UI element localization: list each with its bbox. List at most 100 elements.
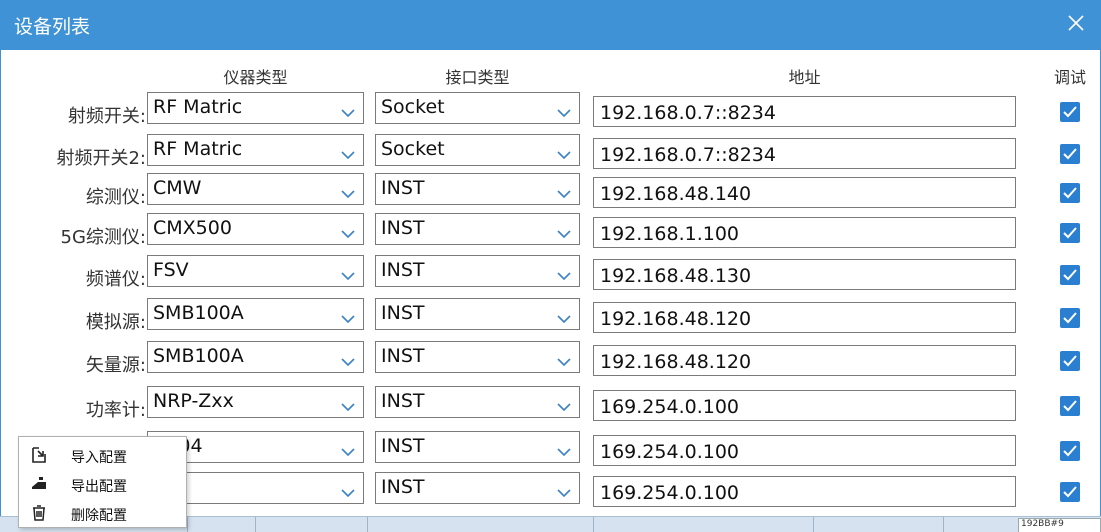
- chevron-down-icon[interactable]: [557, 397, 571, 412]
- address-value: 169.254.0.100: [600, 396, 740, 418]
- instrument-type-select[interactable]: SMB100A: [147, 341, 364, 373]
- debug-checkbox[interactable]: [1060, 308, 1080, 328]
- device-row: 频谱仪: FSV INST 192.168.48.130: [0, 255, 1101, 295]
- address-value: 192.168.48.120: [600, 308, 752, 330]
- address-input[interactable]: 192.168.48.140: [593, 177, 1016, 208]
- chevron-down-icon[interactable]: [341, 352, 355, 367]
- chevron-down-icon[interactable]: [557, 266, 571, 281]
- address-input[interactable]: 192.168.1.100: [593, 217, 1016, 248]
- address-input[interactable]: 169.254.0.100: [593, 435, 1016, 466]
- chevron-down-icon[interactable]: [557, 442, 571, 457]
- address-value: 192.168.0.7::8234: [600, 102, 776, 124]
- instrument-type-select[interactable]: CMX500: [147, 213, 364, 245]
- export-icon: [29, 474, 49, 494]
- debug-checkbox[interactable]: [1060, 441, 1080, 461]
- column-header-debug: 调试: [1053, 68, 1086, 87]
- interface-type-select[interactable]: Socket: [375, 92, 580, 124]
- status-bar-tail: 192BB#9: [1018, 518, 1101, 532]
- menu-item-label: 导入配置: [71, 450, 127, 466]
- device-row: 模拟源: SMB100A INST 192.168.48.120: [0, 298, 1101, 338]
- interface-type-value: INST: [381, 435, 425, 457]
- address-input[interactable]: 169.254.0.100: [593, 390, 1016, 421]
- debug-checkbox[interactable]: [1060, 396, 1080, 416]
- instrument-type-select[interactable]: NRP-Zxx: [147, 386, 364, 418]
- chevron-down-icon[interactable]: [341, 145, 355, 160]
- chevron-down-icon[interactable]: [341, 184, 355, 199]
- chevron-down-icon[interactable]: [341, 397, 355, 412]
- chevron-down-icon[interactable]: [557, 184, 571, 199]
- address-input[interactable]: 192.168.48.120: [593, 302, 1016, 333]
- title-bar: 设备列表: [0, 0, 1101, 50]
- device-row: 射频开关2: RF Matric Socket 192.168.0.7::8234: [0, 134, 1101, 174]
- debug-checkbox[interactable]: [1060, 482, 1080, 502]
- debug-checkbox[interactable]: [1060, 144, 1080, 164]
- device-label: 模拟源:: [85, 312, 146, 333]
- device-row: 5G综测仪: CMX500 INST 192.168.1.100: [0, 213, 1101, 253]
- instrument-type-select[interactable]: CMW: [147, 173, 364, 205]
- interface-type-value: INST: [381, 217, 425, 239]
- chevron-down-icon[interactable]: [557, 352, 571, 367]
- address-input[interactable]: 192.168.48.130: [593, 259, 1016, 290]
- interface-type-select[interactable]: INST: [375, 213, 580, 245]
- address-input[interactable]: 192.168.48.120: [593, 345, 1016, 376]
- chevron-down-icon[interactable]: [557, 309, 571, 324]
- device-row: 射频开关: RF Matric Socket 192.168.0.7::8234: [0, 92, 1101, 132]
- instrument-type-select[interactable]: SMB100A: [147, 298, 364, 330]
- device-label: 综测仪:: [85, 187, 146, 208]
- device-row: 矢量源: SMB100A INST 192.168.48.120: [0, 341, 1101, 381]
- interface-type-select[interactable]: Socket: [375, 134, 580, 166]
- chevron-down-icon[interactable]: [557, 224, 571, 239]
- address-value: 192.168.0.7::8234: [600, 144, 776, 166]
- status-bar-cell: [367, 517, 593, 532]
- chevron-down-icon[interactable]: [341, 442, 355, 457]
- address-input[interactable]: 192.168.0.7::8234: [593, 96, 1016, 127]
- interface-type-select[interactable]: INST: [375, 298, 580, 330]
- interface-type-select[interactable]: INST: [375, 173, 580, 205]
- menu-item-delete-config[interactable]: 删除配置: [19, 499, 186, 527]
- chevron-down-icon[interactable]: [341, 266, 355, 281]
- chevron-down-icon[interactable]: [341, 309, 355, 324]
- interface-type-select[interactable]: INST: [375, 386, 580, 418]
- interface-type-value: INST: [381, 476, 425, 498]
- trash-icon: [29, 503, 49, 523]
- instrument-type-value: CMW: [153, 177, 202, 199]
- interface-type-select[interactable]: INST: [375, 472, 580, 504]
- chevron-down-icon[interactable]: [557, 483, 571, 498]
- debug-checkbox[interactable]: [1060, 102, 1080, 122]
- address-input[interactable]: 192.168.0.7::8234: [593, 138, 1016, 169]
- instrument-type-value: CMX500: [153, 217, 232, 239]
- import-icon: [29, 445, 49, 465]
- interface-type-value: INST: [381, 390, 425, 412]
- chevron-down-icon[interactable]: [557, 103, 571, 118]
- interface-type-select[interactable]: INST: [375, 341, 580, 373]
- instrument-type-select[interactable]: RF Matric: [147, 134, 364, 166]
- debug-checkbox[interactable]: [1060, 183, 1080, 203]
- close-icon[interactable]: [1065, 12, 1087, 34]
- instrument-type-value: SMB100A: [153, 345, 244, 367]
- device-label: 矢量源:: [85, 355, 146, 376]
- debug-checkbox[interactable]: [1060, 265, 1080, 285]
- instrument-type-select[interactable]: FSV: [147, 255, 364, 287]
- address-value: 192.168.1.100: [600, 223, 740, 245]
- interface-type-select[interactable]: INST: [375, 431, 580, 463]
- column-header-type: 仪器类型: [223, 68, 288, 87]
- menu-item-label: 导出配置: [71, 479, 127, 495]
- debug-checkbox[interactable]: [1060, 223, 1080, 243]
- chevron-down-icon[interactable]: [341, 224, 355, 239]
- chevron-down-icon[interactable]: [557, 145, 571, 160]
- status-bar-cell: [255, 517, 367, 532]
- address-input[interactable]: 169.254.0.100: [593, 476, 1016, 507]
- instrument-type-value: NRP-Zxx: [153, 390, 234, 412]
- menu-item-import-config[interactable]: 导入配置: [19, 441, 186, 469]
- address-value: 192.168.48.140: [600, 183, 752, 205]
- chevron-down-icon[interactable]: [341, 483, 355, 498]
- chevron-down-icon[interactable]: [341, 103, 355, 118]
- instrument-type-select[interactable]: RF Matric: [147, 92, 364, 124]
- debug-checkbox[interactable]: [1060, 351, 1080, 371]
- address-value: 192.168.48.120: [600, 351, 752, 373]
- device-label: 5G综测仪:: [60, 227, 146, 248]
- status-bar-cell: [187, 517, 255, 532]
- instrument-type-value: RF Matric: [153, 96, 243, 118]
- interface-type-select[interactable]: INST: [375, 255, 580, 287]
- menu-item-export-config[interactable]: 导出配置: [19, 470, 186, 498]
